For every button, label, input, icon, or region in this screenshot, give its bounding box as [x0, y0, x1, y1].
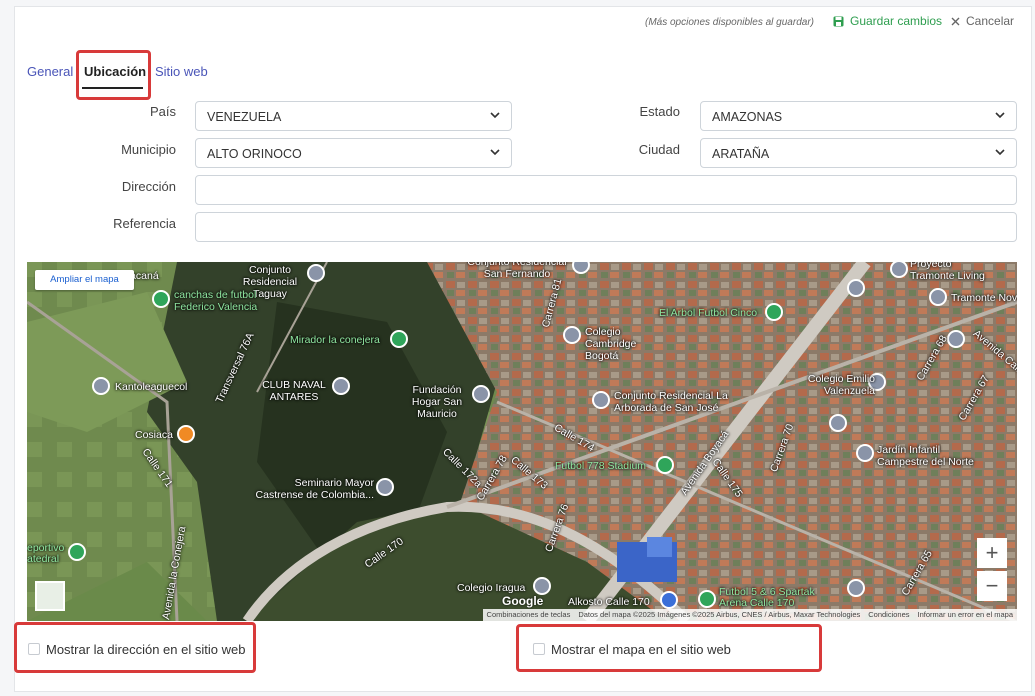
referencia-input[interactable]: [195, 212, 1017, 242]
place-pin[interactable]: [856, 444, 874, 462]
place-pin[interactable]: [698, 590, 716, 608]
place-pin[interactable]: [847, 579, 865, 597]
map-type-toggle[interactable]: [35, 581, 65, 611]
map-label: Colegio Iragua: [457, 582, 526, 594]
options-hint: (Más opciones disponibles al guardar): [645, 17, 814, 28]
map-label: Futbol 5 & 6 Spartak Arena Calle 170: [719, 586, 815, 609]
ciudad-label: Ciudad: [638, 142, 680, 157]
direccion-label: Dirección: [121, 179, 176, 194]
tab-sitio-web[interactable]: Sitio web: [155, 64, 208, 79]
place-pin[interactable]: [656, 456, 674, 474]
place-pin[interactable]: [929, 288, 947, 306]
cancel-label: Cancelar: [966, 14, 1015, 28]
place-pin[interactable]: [376, 478, 394, 496]
map-label: Mirador la conejera: [290, 334, 380, 346]
pais-label: País: [149, 104, 176, 119]
place-pin[interactable]: [68, 543, 86, 561]
zoom-in-button[interactable]: +: [977, 538, 1007, 568]
municipio-select[interactable]: ALTO ORINOCO: [195, 138, 512, 168]
map-label: El Arbol Futbol Cinco: [659, 307, 758, 319]
map-label: Colegio Cambridge Bogotá: [585, 326, 637, 362]
map-label: canchas de futbol Federico Valencia: [174, 289, 258, 313]
pais-value: VENEZUELA: [207, 110, 282, 124]
chevron-down-icon: [490, 112, 500, 119]
highlight-box-tab: [76, 50, 151, 100]
highlight-box-address: [14, 622, 256, 673]
map-label: Alkosto Calle 170: [568, 596, 650, 608]
zoom-out-button[interactable]: −: [977, 571, 1007, 601]
map-label: Cosiaca: [135, 429, 173, 441]
map-label: Fundación Hogar San Mauricio: [411, 384, 463, 420]
municipio-label: Municipio: [121, 142, 176, 157]
estado-select[interactable]: AMAZONAS: [700, 101, 1017, 131]
map-label: Proyecto Tramonte Living: [910, 262, 985, 282]
map-view[interactable]: Maracaná Conjunto Residencial Taguay can…: [27, 262, 1017, 621]
map-label: eportivo atedral: [27, 542, 65, 565]
chevron-down-icon: [490, 149, 500, 156]
shopping-pin[interactable]: [660, 591, 678, 609]
map-label: Seminario Mayor Castrense de Colombia...: [255, 477, 374, 501]
place-pin[interactable]: [390, 330, 408, 348]
chevron-down-icon: [995, 112, 1005, 119]
direccion-input[interactable]: [195, 175, 1017, 205]
google-logo: Google: [502, 594, 544, 608]
place-pin[interactable]: [847, 279, 865, 297]
expand-map-button[interactable]: Ampliar el mapa: [35, 270, 134, 290]
report-error-link[interactable]: Informar un error en el mapa: [918, 609, 1013, 621]
map-data-text: Datos del mapa ©2025 Imágenes ©2025 Airb…: [578, 610, 861, 619]
place-pin[interactable]: [307, 264, 325, 282]
estado-value: AMAZONAS: [712, 110, 783, 124]
pais-select[interactable]: VENEZUELA: [195, 101, 512, 131]
highlight-box-map: [516, 624, 822, 672]
estado-label: Estado: [639, 104, 680, 119]
place-pin[interactable]: [152, 290, 170, 308]
chevron-down-icon: [995, 149, 1005, 156]
map-label: CLUB NAVAL ANTARES: [262, 379, 326, 403]
tab-general[interactable]: General: [27, 64, 73, 79]
place-pin[interactable]: [592, 391, 610, 409]
map-label: Kantoleaguecol: [115, 381, 188, 393]
place-pin[interactable]: [829, 414, 847, 432]
save-label: Guardar cambios: [850, 14, 943, 28]
place-pin[interactable]: [92, 377, 110, 395]
place-pin[interactable]: [563, 326, 581, 344]
map-attribution: Combinaciones de teclas Datos del mapa ©…: [482, 609, 1017, 621]
place-pin[interactable]: [765, 303, 783, 321]
municipio-value: ALTO ORINOCO: [207, 147, 302, 161]
terms-link[interactable]: Condiciones: [868, 609, 909, 621]
ciudad-select[interactable]: ARATAÑA: [700, 138, 1017, 168]
close-icon: [951, 17, 960, 25]
referencia-label: Referencia: [113, 216, 176, 231]
cancel-button[interactable]: Cancelar: [951, 14, 1014, 28]
restaurant-pin[interactable]: [177, 425, 195, 443]
keyboard-shortcuts-link[interactable]: Combinaciones de teclas: [487, 609, 571, 621]
map-label: Tramonte Nov: [951, 292, 1017, 304]
map-label: Jardín Infantil Campestre del Norte: [877, 444, 974, 468]
map-label: Conjunto Residencial La Arborada de San …: [614, 390, 728, 414]
place-pin[interactable]: [332, 377, 350, 395]
save-icon: [833, 16, 844, 26]
ciudad-value: ARATAÑA: [712, 147, 770, 161]
place-pin[interactable]: [533, 577, 551, 595]
save-button[interactable]: Guardar cambios: [833, 14, 942, 28]
map-label: Colegio Emilio Valenzuela: [807, 373, 875, 397]
map-label: Futbol 778 Stadium: [555, 460, 647, 472]
